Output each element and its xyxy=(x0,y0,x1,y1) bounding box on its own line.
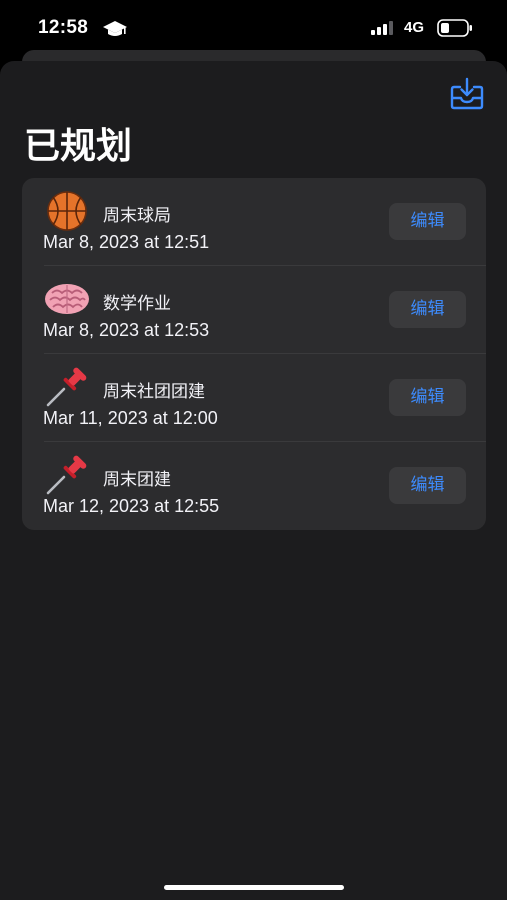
plan-date: Mar 12, 2023 at 12:55 xyxy=(43,496,220,516)
plan-date: Mar 8, 2023 at 12:53 xyxy=(43,320,210,340)
list-item[interactable]: 周末球局 Mar 8, 2023 at 12:51 编辑 xyxy=(22,178,486,266)
list-item[interactable]: 周末社团团建 Mar 11, 2023 at 12:00 编辑 xyxy=(22,354,486,442)
basketball-icon xyxy=(47,191,87,231)
network-type: 4G xyxy=(404,19,425,36)
edit-button[interactable]: 编辑 xyxy=(389,467,466,504)
plan-date: Mar 8, 2023 at 12:51 xyxy=(43,232,210,252)
plan-title: 周末社团团建 xyxy=(103,382,205,402)
battery-icon xyxy=(437,19,472,37)
pushpin-icon xyxy=(46,367,87,407)
cellular-signal-icon xyxy=(371,21,393,35)
plan-list: 周末球局 Mar 8, 2023 at 12:51 编辑 数学作业 Mar 8,… xyxy=(22,178,486,530)
home-indicator[interactable] xyxy=(164,885,344,890)
status-time: 12:58 xyxy=(38,17,89,38)
pushpin-icon xyxy=(46,455,87,495)
edit-button[interactable]: 编辑 xyxy=(389,203,466,240)
edit-button[interactable]: 编辑 xyxy=(389,291,466,328)
list-item[interactable]: 周末团建 Mar 12, 2023 at 12:55 编辑 xyxy=(22,442,486,530)
plan-title: 周末团建 xyxy=(103,470,171,490)
status-bar: 12:58 4G xyxy=(0,0,507,56)
plan-title: 周末球局 xyxy=(103,206,171,226)
list-item[interactable]: 数学作业 Mar 8, 2023 at 12:53 编辑 xyxy=(22,266,486,354)
plan-date: Mar 11, 2023 at 12:00 xyxy=(43,408,218,428)
tray-arrow-down-icon[interactable] xyxy=(449,77,485,111)
page-title: 已规划 xyxy=(24,126,133,167)
brain-icon xyxy=(45,284,89,314)
graduation-cap-icon xyxy=(103,21,127,36)
plan-title: 数学作业 xyxy=(103,294,171,314)
edit-button[interactable]: 编辑 xyxy=(389,379,466,416)
